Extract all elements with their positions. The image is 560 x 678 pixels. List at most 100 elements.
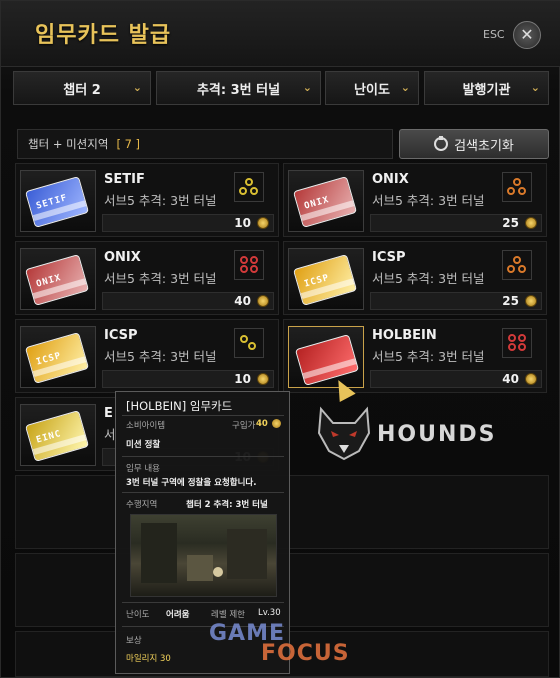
card-price: 40: [234, 294, 251, 308]
tooltip-area-label: 수행지역: [126, 500, 158, 510]
search-reset-button[interactable]: 검색초기화: [399, 129, 549, 159]
tooltip-difficulty: 어려움: [166, 610, 190, 620]
card-name: ICSP: [372, 250, 406, 265]
mission-preview-image: [130, 514, 277, 597]
coin-icon: [257, 373, 269, 385]
coin-icon: [525, 295, 537, 307]
search-reset-label: 검색초기화: [454, 138, 514, 154]
gold-tri-badge-icon: [234, 172, 264, 202]
mission-card-image: SETIF: [24, 176, 90, 228]
window-title: 임무카드 발급: [35, 23, 172, 48]
close-button[interactable]: ✕: [513, 21, 541, 49]
card-thumbnail: SETIF: [20, 170, 96, 232]
card-slot[interactable]: SETIF SETIF 서브5 추격: 3번 터널 10: [15, 163, 279, 237]
result-count: [ 7 ]: [116, 137, 141, 151]
card-slot[interactable]: ONIX ONIX 서브5 추격: 3번 터널 40: [15, 241, 279, 315]
tooltip-title: [HOLBEIN] 임무카드: [126, 399, 233, 413]
card-slot[interactable]: ICSP ICSP 서브5 추격: 3번 터널 25: [283, 241, 547, 315]
chevron-down-icon: ⌄: [302, 81, 312, 94]
mission-card-image: EINC: [24, 410, 90, 462]
chevron-down-icon: ⌄: [530, 81, 540, 94]
card-thumbnail: ONIX: [288, 170, 364, 232]
card-location: 서브5 추격: 3번 터널: [104, 349, 217, 364]
price-bar: 40: [102, 292, 274, 310]
orange-tri-badge-icon: [502, 250, 532, 280]
coin-icon: [257, 295, 269, 307]
divider: [122, 415, 284, 416]
card-thumbnail: EINC: [20, 404, 96, 466]
tooltip-price-label: 구입가: [232, 421, 256, 431]
tooltip-level: Lv.30: [258, 608, 281, 618]
chapter-dropdown[interactable]: 챕터 2 ⌄: [13, 71, 151, 105]
tooltip-area: 챕터 2 추격: 3번 터널: [186, 500, 268, 510]
coin-icon: [525, 217, 537, 229]
difficulty-dropdown-value: 난이도: [354, 82, 390, 98]
card-price: 25: [502, 216, 519, 230]
card-name: ONIX: [372, 172, 409, 187]
tooltip-category: 소비아이템: [126, 421, 166, 431]
chevron-down-icon: ⌄: [400, 81, 410, 94]
tooltip-difficulty-label: 난이도: [126, 610, 150, 620]
card-slot[interactable]: ONIX ONIX 서브5 추격: 3번 터널 25: [283, 163, 547, 237]
card-thumbnail: ICSP: [288, 248, 364, 310]
chevron-down-icon: ⌄: [132, 81, 142, 94]
card-name: E: [104, 406, 113, 421]
mission-card-image: ONIX: [292, 176, 358, 228]
coin-icon: [525, 373, 537, 385]
divider: [122, 492, 284, 493]
hound-icon: [317, 406, 371, 461]
card-slot-selected[interactable]: HOLBEIN 서브5 추격: 3번 터널 40: [283, 319, 547, 393]
issuer-dropdown[interactable]: 발행기관 ⌄: [424, 71, 549, 105]
watermark: GAME FOCUS: [209, 621, 359, 671]
card-location: 서브5 추격: 3번 터널: [104, 271, 217, 286]
esc-label: ESC: [483, 28, 505, 41]
coin-icon: [272, 419, 281, 428]
issuer-dropdown-value: 발행기관: [462, 82, 511, 98]
mission-dropdown-value: 추격: 3번 터널: [196, 82, 281, 98]
price-bar: 40: [370, 370, 542, 388]
mission-card-image: ONIX: [24, 254, 90, 306]
card-name: SETIF: [104, 172, 145, 187]
price-bar: 25: [370, 292, 542, 310]
card-price: 10: [234, 216, 251, 230]
mission-card-image: ICSP: [24, 332, 90, 384]
divider: [122, 456, 284, 457]
orange-tri-badge-icon: [502, 172, 532, 202]
hounds-logo-text: HOUNDS: [377, 422, 497, 447]
chapter-dropdown-value: 챕터 2: [63, 82, 101, 98]
divider: [122, 602, 284, 603]
region-summary: 챕터 + 미션지역 [ 7 ]: [17, 129, 393, 159]
mission-card-window: 임무카드 발급 ESC ✕ 챕터 2 ⌄ 추격: 3번 터널 ⌄ 난이도 ⌄ 발…: [0, 0, 560, 678]
reset-icon: [434, 136, 449, 151]
card-price: 25: [502, 294, 519, 308]
mission-card-image: [294, 334, 360, 386]
price-bar: 25: [370, 214, 542, 232]
mission-card-image: ICSP: [292, 254, 358, 306]
tooltip-price: 40: [256, 419, 268, 429]
title-bar: 임무카드 발급 ESC ✕: [1, 1, 560, 67]
hounds-logo: HOUNDS: [311, 405, 541, 461]
card-name: ICSP: [104, 328, 138, 343]
card-location: 서브5 추격: 3번 터널: [372, 271, 485, 286]
tooltip-desc: 3번 터널 구역에 정찰을 요청합니다.: [126, 478, 257, 488]
card-slot[interactable]: ICSP ICSP 서브5 추격: 3번 터널 10: [15, 319, 279, 393]
mission-dropdown[interactable]: 추격: 3번 터널 ⌄: [156, 71, 321, 105]
card-price: 40: [502, 372, 519, 386]
tooltip-item-type: 미션 정찰: [126, 440, 161, 450]
tooltip-reward-label: 보상: [126, 636, 142, 646]
card-name: HOLBEIN: [372, 328, 437, 343]
card-location: 서브5 추격: 3번 터널: [372, 193, 485, 208]
region-label: 챕터 + 미션지역: [28, 137, 109, 151]
difficulty-dropdown[interactable]: 난이도 ⌄: [325, 71, 419, 105]
card-thumbnail: ONIX: [20, 248, 96, 310]
coin-icon: [257, 217, 269, 229]
card-location: 서브5 추격: 3번 터널: [372, 349, 485, 364]
close-icon: ✕: [520, 25, 534, 44]
card-name: ONIX: [104, 250, 141, 265]
card-price: 10: [234, 372, 251, 386]
price-bar: 10: [102, 214, 274, 232]
card-location: 서: [104, 427, 116, 442]
tooltip-reward: 마일리지 30: [126, 654, 171, 664]
filter-bar: 챕터 2 ⌄ 추격: 3번 터널 ⌄ 난이도 ⌄ 발행기관 ⌄: [13, 71, 549, 105]
card-thumbnail: [288, 326, 364, 388]
